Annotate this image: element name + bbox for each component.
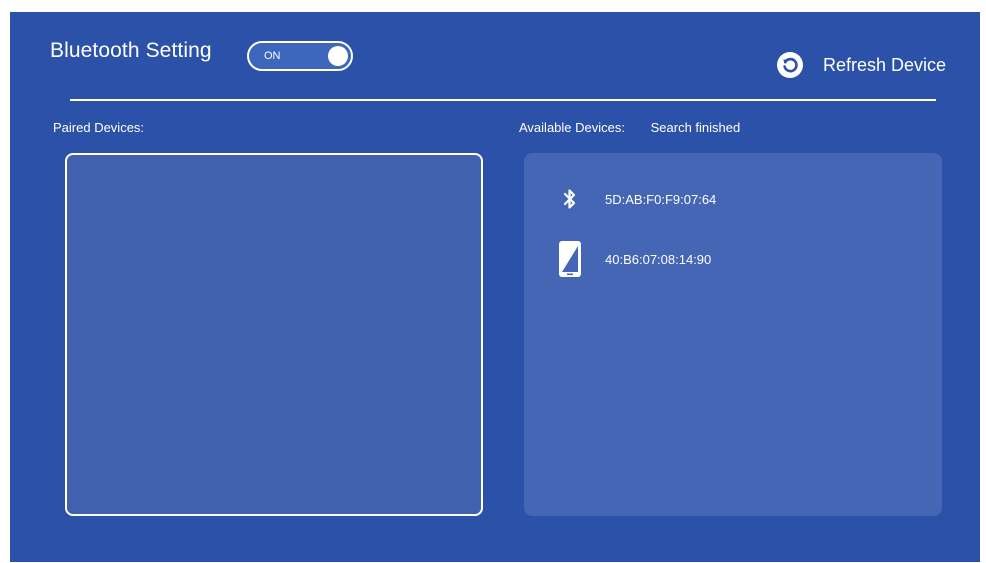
page-title: Bluetooth Setting <box>50 39 212 62</box>
header-divider <box>70 99 936 101</box>
refresh-icon <box>777 52 803 78</box>
paired-devices-label: Paired Devices: <box>53 120 145 135</box>
device-row-1[interactable]: 5D:AB:F0:F9:07:64 <box>557 179 716 219</box>
search-status: Search finished <box>650 120 741 135</box>
refresh-device-label: Refresh Device <box>823 54 947 75</box>
device-row-2[interactable]: 40:B6:07:08:14:90 <box>557 239 711 279</box>
toggle-knob <box>328 46 348 66</box>
bluetooth-settings-screen: Bluetooth Setting ON Refresh Device Pair… <box>10 12 980 562</box>
available-devices-label: Available Devices: <box>519 120 625 135</box>
device-address: 40:B6:07:08:14:90 <box>605 251 712 267</box>
device-address: 5D:AB:F0:F9:07:64 <box>605 191 717 207</box>
available-devices-header: Available Devices: Search finished <box>519 120 740 135</box>
paired-devices-list[interactable] <box>65 153 483 516</box>
available-devices-list[interactable]: 5D:AB:F0:F9:07:64 40:B6:07:08:14:90 <box>524 153 942 516</box>
toggle-state-label: ON <box>264 50 281 62</box>
phone-icon <box>557 239 583 279</box>
bluetooth-toggle[interactable]: ON <box>247 41 353 71</box>
refresh-device-button[interactable]: Refresh Device <box>777 50 946 80</box>
bluetooth-icon <box>557 179 583 219</box>
